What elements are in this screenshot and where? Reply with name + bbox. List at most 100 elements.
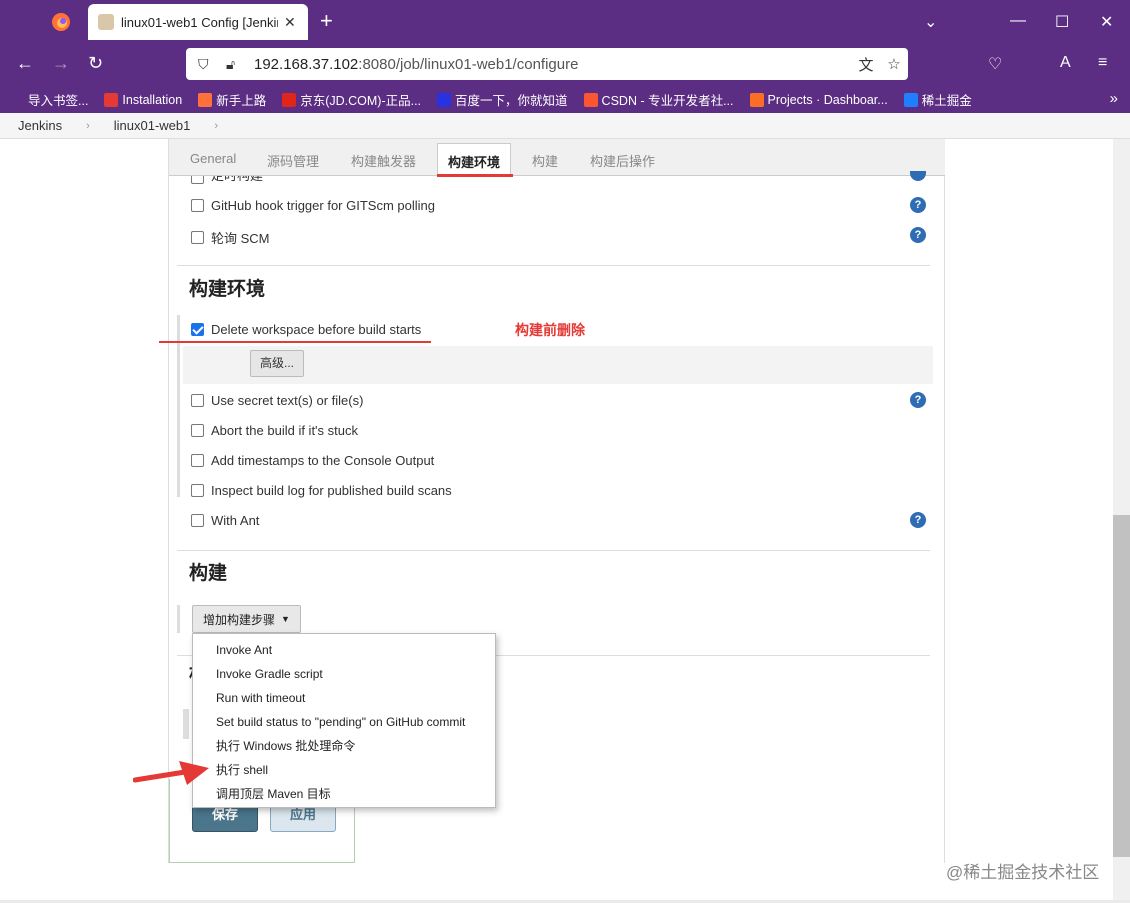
menu-icon[interactable]: ≡: [1098, 54, 1107, 72]
help-icon[interactable]: ?: [910, 512, 926, 528]
url-text[interactable]: 192.168.37.102:8080/job/linux01-web1/con…: [254, 56, 852, 73]
bookmark-star-icon[interactable]: ☆: [880, 55, 908, 73]
bookmark-item[interactable]: 新手上路: [198, 90, 266, 109]
annotation-underline: [159, 341, 431, 343]
checkbox[interactable]: [191, 199, 204, 212]
bookmark-item[interactable]: CSDN - 专业开发者社...: [583, 90, 734, 109]
help-icon[interactable]: ?: [910, 392, 926, 408]
close-window-button[interactable]: ✕: [1100, 12, 1113, 32]
maximize-button[interactable]: ☐: [1055, 12, 1069, 32]
menu-item-invoke-ant[interactable]: Invoke Ant: [193, 638, 495, 662]
menu-item-timeout[interactable]: Run with timeout: [193, 686, 495, 710]
trigger-github-hook[interactable]: GitHub hook trigger for GITScm polling: [191, 198, 435, 213]
back-icon[interactable]: ←: [16, 53, 34, 74]
checkbox[interactable]: [191, 514, 204, 527]
advanced-button[interactable]: 高级...: [250, 350, 304, 377]
bookmark-label: 百度一下，你就知道: [455, 94, 568, 108]
option-abort-stuck[interactable]: Abort the build if it's stuck: [191, 423, 358, 438]
checkbox[interactable]: [191, 424, 204, 437]
build-step-menu: Invoke Ant Invoke Gradle script Run with…: [192, 633, 496, 808]
option-timestamps[interactable]: Add timestamps to the Console Output: [191, 453, 434, 468]
checkbox[interactable]: [191, 231, 204, 244]
add-build-step-button[interactable]: 增加构建步骤 ▼: [192, 605, 301, 633]
tab-build-env[interactable]: 构建环境: [437, 143, 512, 177]
scrollbar-thumb[interactable]: [1113, 515, 1130, 857]
firefox-icon[interactable]: [50, 11, 72, 33]
tab-general[interactable]: General: [190, 151, 236, 166]
bookmark-item[interactable]: 导入书签...: [10, 90, 88, 109]
z-icon: [104, 92, 119, 107]
config-tabs: General 源码管理 构建触发器 构建环境 构建 构建后操作: [169, 139, 945, 177]
gitlab-icon: [749, 92, 764, 107]
active-tab-underline: [437, 174, 513, 177]
option-build-scans[interactable]: Inspect build log for published build sc…: [191, 483, 452, 498]
tab-scm[interactable]: 源码管理: [267, 151, 319, 170]
browser-tab-bar: linux01-web1 Config [Jenkins] ✕ + ⌄ — ☐ …: [0, 0, 1130, 44]
breadcrumb-jenkins[interactable]: Jenkins: [18, 118, 62, 133]
bookmark-item[interactable]: 稀土掘金: [903, 90, 972, 109]
section-title-build-env: 构建环境: [189, 279, 266, 300]
bookmark-item[interactable]: Installation: [104, 92, 182, 107]
menu-item-maven[interactable]: 调用顶层 Maven 目标: [193, 782, 495, 806]
pocket-icon[interactable]: ♡: [988, 54, 1002, 74]
tab-list-dropdown-icon[interactable]: ⌄: [924, 12, 937, 32]
checkbox[interactable]: [191, 454, 204, 467]
new-tab-button[interactable]: +: [320, 10, 333, 32]
checkbox-checked[interactable]: [191, 323, 204, 336]
breadcrumb-job[interactable]: linux01-web1: [114, 118, 191, 133]
red-arrow-icon: [133, 761, 209, 785]
import-icon: [10, 92, 24, 107]
checkbox[interactable]: [191, 394, 204, 407]
insecure-lock-icon[interactable]: 🔓︎: [226, 56, 246, 73]
tab-post-build[interactable]: 构建后操作: [590, 151, 655, 170]
dropdown-caret-icon: ▼: [281, 614, 290, 624]
reload-icon[interactable]: ↻: [88, 53, 103, 74]
address-bar[interactable]: ⛉ 🔓︎ 192.168.37.102:8080/job/linux01-web…: [186, 48, 908, 80]
section-left-bar: [183, 709, 189, 739]
breadcrumb: Jenkins › linux01-web1 ›: [0, 113, 1130, 139]
translate-icon[interactable]: 文: [852, 54, 880, 75]
browser-tab-active[interactable]: linux01-web1 Config [Jenkins] ✕: [88, 4, 308, 40]
close-tab-icon[interactable]: ✕: [284, 14, 298, 31]
minimize-button[interactable]: —: [1010, 12, 1026, 30]
trigger-row-partial: 定时构建: [191, 176, 263, 184]
option-delete-workspace[interactable]: Delete workspace before build starts: [191, 322, 421, 337]
section-title-build: 构建: [189, 563, 228, 584]
option-with-ant[interactable]: With Ant: [191, 513, 259, 528]
option-secret-text[interactable]: Use secret text(s) or file(s): [191, 393, 363, 408]
breadcrumb-separator-icon: ›: [86, 119, 90, 132]
more-bookmarks-icon[interactable]: »: [1110, 90, 1118, 107]
option-label: With Ant: [211, 513, 260, 528]
option-label: Use secret text(s) or file(s): [211, 393, 364, 408]
bookmark-label: 稀土掘金: [921, 94, 972, 108]
bookmark-item[interactable]: 百度一下，你就知道: [437, 90, 568, 109]
breadcrumb-separator-icon: ›: [214, 119, 219, 132]
bookmark-label: CSDN - 专业开发者社...: [601, 94, 734, 108]
menu-item-gradle[interactable]: Invoke Gradle script: [193, 662, 495, 686]
bookmark-label: 新手上路: [216, 94, 267, 108]
option-label: Add timestamps to the Console Output: [211, 453, 435, 468]
baidu-icon: [437, 92, 452, 107]
trigger-poll-scm[interactable]: 轮询 SCM: [191, 228, 270, 247]
shield-icon[interactable]: ⛉: [198, 56, 218, 73]
checkbox[interactable]: [191, 176, 204, 184]
bookmark-label: Projects · Dashboar...: [767, 92, 888, 107]
help-icon[interactable]: ?: [910, 197, 926, 213]
help-icon[interactable]: ?: [910, 227, 926, 243]
translate-extension-icon[interactable]: A: [1060, 54, 1071, 72]
url-path: :8080/job/linux01-web1/configure: [358, 55, 579, 73]
browser-tab-title: linux01-web1 Config [Jenkins]: [121, 14, 278, 30]
menu-item-github-status[interactable]: Set build status to "pending" on GitHub …: [193, 710, 495, 734]
browser-nav-bar: ← → ↻ ⛉ 🔓︎ 192.168.37.102:8080/job/linux…: [0, 44, 1130, 86]
menu-item-shell[interactable]: 执行 shell: [193, 758, 495, 782]
tab-build[interactable]: 构建: [532, 151, 558, 170]
section-divider: [177, 550, 930, 551]
help-icon[interactable]: [910, 171, 926, 181]
juejin-icon: [903, 92, 918, 107]
bookmark-item[interactable]: 京东(JD.COM)-正品...: [282, 90, 421, 109]
menu-item-windows-batch[interactable]: 执行 Windows 批处理命令: [193, 734, 495, 758]
tab-triggers[interactable]: 构建触发器: [351, 151, 416, 170]
bookmark-item[interactable]: Projects · Dashboar...: [749, 92, 888, 107]
checkbox[interactable]: [191, 484, 204, 497]
forward-icon[interactable]: →: [52, 53, 70, 74]
